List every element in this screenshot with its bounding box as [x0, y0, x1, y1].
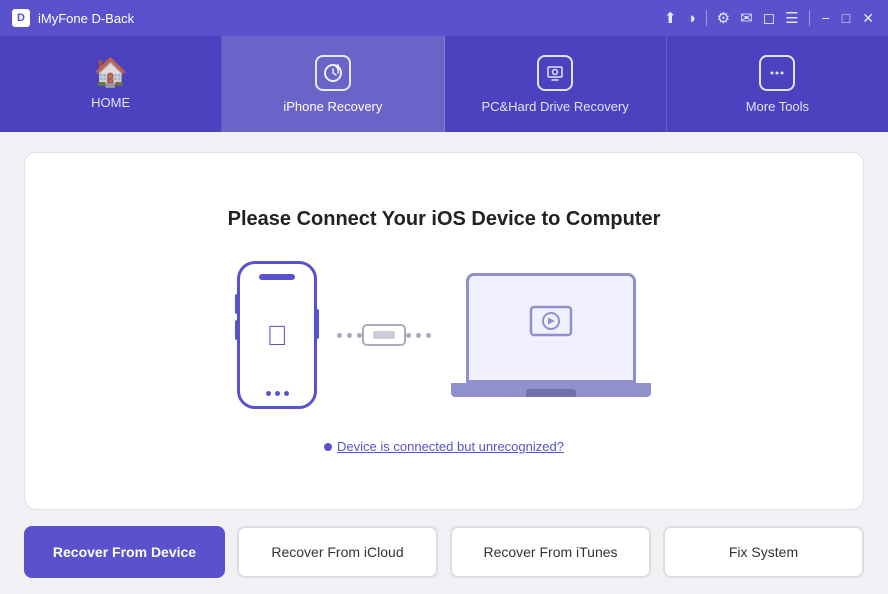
phone-button-right [316, 309, 319, 339]
phone-dot [275, 391, 280, 396]
close-button[interactable]: ✕ [860, 10, 876, 27]
connect-illustration:  [237, 261, 651, 409]
phone-dot [266, 391, 271, 396]
menu-icon[interactable]: ☰ [785, 9, 798, 27]
usb-connector-inner [373, 331, 395, 339]
cable-dot [347, 333, 352, 338]
title-divider2 [809, 10, 810, 26]
phone-illustration:  [237, 261, 317, 409]
cable-area [337, 324, 431, 346]
more-tools-icon [759, 55, 795, 91]
phone-button-left [235, 294, 238, 314]
recover-from-device-button[interactable]: Recover From Device [24, 526, 225, 578]
laptop-base [451, 383, 651, 397]
home-icon: 🏠 [93, 59, 128, 87]
minimize-button[interactable]: − [820, 10, 832, 26]
iphone-recovery-icon [315, 55, 351, 91]
connect-card: Please Connect Your iOS Device to Comput… [24, 152, 864, 510]
cable-dots-right [406, 333, 431, 338]
nav-label-iphone-recovery: iPhone Recovery [283, 99, 382, 114]
share-icon[interactable]: ⬆ [664, 9, 677, 27]
device-link-dot [324, 443, 332, 451]
nav-item-home[interactable]: 🏠 HOME [0, 36, 222, 132]
cable-dot [426, 333, 431, 338]
maximize-button[interactable]: □ [840, 10, 852, 26]
nav-label-home: HOME [91, 95, 130, 110]
app-title: iMyFone D-Back [38, 11, 134, 26]
connect-title: Please Connect Your iOS Device to Comput… [228, 208, 661, 231]
fix-system-button[interactable]: Fix System [663, 526, 864, 578]
laptop-illustration [451, 273, 651, 397]
phone-dots [266, 391, 289, 396]
recover-from-itunes-button[interactable]: Recover From iTunes [450, 526, 651, 578]
apple-icon:  [267, 320, 288, 352]
title-bar: D iMyFone D-Back ⬆ ◑ ⚙ ✉ ◻ ☰ − □ ✕ [0, 0, 888, 36]
nav-label-more-tools: More Tools [746, 99, 809, 114]
settings-icon[interactable]: ⚙ [717, 9, 730, 27]
cable-dots-left [337, 333, 362, 338]
pc-recovery-icon [537, 55, 573, 91]
recover-from-icloud-button[interactable]: Recover From iCloud [237, 526, 438, 578]
laptop-screen [466, 273, 636, 383]
app-logo: D [12, 9, 30, 27]
nav-item-iphone-recovery[interactable]: iPhone Recovery [222, 36, 444, 132]
user-icon[interactable]: ◑ [687, 10, 696, 27]
window-controls: − □ ✕ [820, 10, 876, 27]
phone-notch [259, 274, 295, 280]
device-link-text[interactable]: Device is connected but unrecognized? [337, 439, 564, 454]
device-link[interactable]: Device is connected but unrecognized? [324, 439, 564, 454]
phone-button-left2 [235, 320, 238, 340]
laptop-screen-content [526, 299, 576, 357]
laptop-notch [526, 389, 576, 397]
cable-dot [337, 333, 342, 338]
main-content: Please Connect Your iOS Device to Comput… [0, 132, 888, 594]
cable-dot [416, 333, 421, 338]
bottom-buttons: Recover From Device Recover From iCloud … [24, 526, 864, 578]
chat-icon[interactable]: ◻ [763, 9, 775, 27]
title-divider [706, 10, 707, 26]
nav-bar: 🏠 HOME iPhone Recovery PC&Hard Drive Rec… [0, 36, 888, 132]
nav-item-pc-recovery[interactable]: PC&Hard Drive Recovery [445, 36, 667, 132]
usb-connector [362, 324, 406, 346]
nav-item-more-tools[interactable]: More Tools [667, 36, 888, 132]
mail-icon[interactable]: ✉ [740, 9, 753, 27]
nav-label-pc-recovery: PC&Hard Drive Recovery [481, 99, 628, 114]
cable-dot [406, 333, 411, 338]
title-bar-left: D iMyFone D-Back [12, 9, 134, 27]
title-bar-right: ⬆ ◑ ⚙ ✉ ◻ ☰ − □ ✕ [664, 9, 876, 27]
phone-dot [284, 391, 289, 396]
